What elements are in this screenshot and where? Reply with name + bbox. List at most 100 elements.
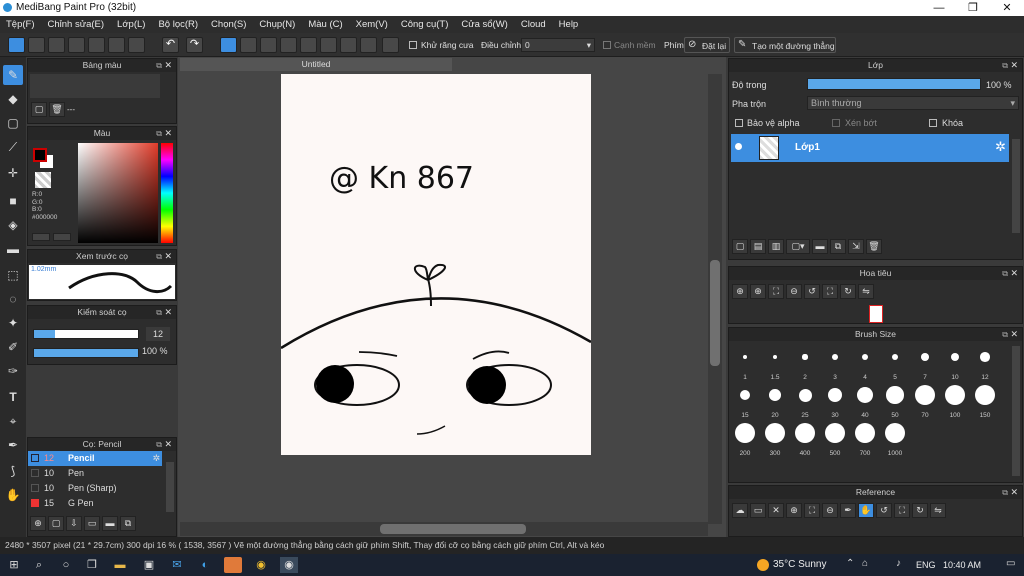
smooth-checkbox[interactable] bbox=[603, 41, 611, 49]
close-icon[interactable]: ✕ bbox=[1010, 486, 1018, 499]
menu-snap[interactable]: Chụp(N) bbox=[259, 19, 295, 30]
transparent-swatch[interactable] bbox=[35, 172, 51, 188]
undo-icon[interactable]: ↶ bbox=[162, 37, 179, 53]
brush-copy-icon[interactable]: ▢ bbox=[48, 516, 64, 531]
lasso-tool-icon[interactable]: ◌ bbox=[3, 289, 23, 309]
new-page-icon[interactable]: ▢ bbox=[31, 102, 47, 117]
brush-size-400[interactable]: 400 bbox=[791, 421, 819, 457]
comment-icon[interactable] bbox=[48, 37, 65, 53]
brush-export-icon[interactable]: ▭ bbox=[84, 516, 100, 531]
antialias-checkbox[interactable] bbox=[409, 41, 417, 49]
brush-size-10[interactable]: 10 bbox=[941, 345, 969, 381]
brush-size-1[interactable]: 1 bbox=[731, 345, 759, 381]
snap-curve-icon[interactable] bbox=[340, 37, 357, 53]
rotate-left-icon[interactable]: ↺ bbox=[876, 503, 892, 518]
minimize-button[interactable]: — bbox=[922, 0, 956, 16]
float-icon[interactable]: ⧉ bbox=[156, 127, 162, 140]
palette-swatches[interactable] bbox=[30, 74, 160, 98]
brush-size-700[interactable]: 700 bbox=[851, 421, 879, 457]
horizontal-scrollbar[interactable] bbox=[180, 522, 708, 536]
snap-off-icon[interactable] bbox=[220, 37, 237, 53]
new-8bit-layer-icon[interactable]: ▥ bbox=[768, 239, 784, 254]
new-halftone-layer-icon[interactable]: ▤ bbox=[750, 239, 766, 254]
snap-radial-icon[interactable] bbox=[300, 37, 317, 53]
duplicate-icon[interactable]: ⧉ bbox=[120, 516, 136, 531]
menu-layer[interactable]: Lớp(L) bbox=[117, 19, 145, 30]
vertical-scrollbar[interactable] bbox=[708, 74, 722, 524]
hue-slider[interactable] bbox=[161, 143, 173, 243]
brush-size-7[interactable]: 7 bbox=[911, 345, 939, 381]
drawing-canvas[interactable]: @ Kn 867 bbox=[280, 74, 592, 455]
size-value[interactable]: 12 bbox=[146, 327, 170, 341]
gradient-tool-icon[interactable]: ▬ bbox=[3, 239, 23, 259]
search-icon[interactable]: ⌕ bbox=[30, 557, 48, 573]
list-icon[interactable] bbox=[108, 37, 125, 53]
brush-size-12[interactable]: 12 bbox=[971, 345, 999, 381]
network-icon[interactable]: ⌂ bbox=[862, 558, 868, 569]
brush-size-scrollbar[interactable] bbox=[1012, 346, 1020, 476]
color-mode-button[interactable] bbox=[32, 233, 50, 241]
close-icon[interactable]: ✕ bbox=[164, 59, 172, 72]
close-icon[interactable]: ✕ bbox=[1010, 59, 1018, 72]
eyedropper-icon[interactable]: ✒ bbox=[3, 435, 23, 455]
new-layer-icon[interactable]: ▢ bbox=[732, 239, 748, 254]
close-icon[interactable]: ✕ bbox=[1010, 267, 1018, 280]
brush-size-2[interactable]: 2 bbox=[791, 345, 819, 381]
file-explorer-icon[interactable]: ▬ bbox=[111, 557, 129, 573]
bucket-tool-icon[interactable]: ◈ bbox=[3, 215, 23, 235]
fullscreen-icon[interactable]: ⛶ bbox=[894, 503, 910, 518]
clock[interactable]: 10:40 AM bbox=[943, 560, 981, 570]
lock-checkbox[interactable] bbox=[929, 119, 937, 127]
edge-icon[interactable]: ◐ bbox=[196, 557, 214, 573]
merge-layer-icon[interactable]: ⇲ bbox=[848, 239, 864, 254]
language-indicator[interactable]: ENG bbox=[916, 560, 936, 570]
brush-list-scrollbar[interactable] bbox=[166, 462, 174, 512]
medibang-taskbar-icon[interactable]: ◉ bbox=[280, 557, 298, 573]
float-icon[interactable]: ⧉ bbox=[156, 250, 162, 263]
tray-chevron-icon[interactable]: ⌃ bbox=[846, 558, 854, 569]
text-tool-icon[interactable]: T bbox=[3, 387, 23, 407]
select-rect-icon[interactable]: ⬚ bbox=[3, 265, 23, 285]
brush-item-pen-sharp[interactable]: 10 Pen (Sharp) bbox=[28, 481, 162, 496]
color-mode-button-2[interactable] bbox=[53, 233, 71, 241]
gear-icon[interactable]: ✲ bbox=[152, 451, 160, 466]
magic-wand-icon[interactable]: ✦ bbox=[3, 313, 23, 333]
chrome-icon[interactable]: ◉ bbox=[252, 557, 270, 573]
trash-icon[interactable]: 🗑 bbox=[866, 239, 882, 254]
trash-icon[interactable]: 🗑 bbox=[49, 102, 65, 117]
duplicate-layer-icon[interactable]: ⧉ bbox=[830, 239, 846, 254]
folder-icon[interactable]: ▬ bbox=[812, 239, 828, 254]
close-reference-icon[interactable]: ✕ bbox=[768, 503, 784, 518]
brush-size-40[interactable]: 40 bbox=[851, 383, 879, 419]
brush-size-200[interactable]: 200 bbox=[731, 421, 759, 457]
menu-view[interactable]: Xem(V) bbox=[356, 19, 388, 30]
straight-line-button[interactable]: ✎ Tạo một đường thẳng bbox=[734, 37, 836, 53]
menu-edit[interactable]: Chỉnh sửa(E) bbox=[48, 19, 105, 30]
weather-text[interactable]: 35°C Sunny bbox=[773, 559, 826, 570]
fill-shape-tool-icon[interactable]: ■ bbox=[3, 191, 23, 211]
brush-size-3[interactable]: 3 bbox=[821, 345, 849, 381]
navigator-thumbnail[interactable] bbox=[869, 305, 883, 323]
app-icon[interactable] bbox=[224, 557, 242, 573]
brush-size-1000[interactable]: 1000 bbox=[881, 421, 909, 457]
blend-select[interactable]: Bình thường ▾ bbox=[807, 96, 1019, 110]
saturation-value-picker[interactable] bbox=[78, 143, 158, 243]
upload-icon[interactable] bbox=[28, 37, 45, 53]
menu-tools[interactable]: Công cụ(T) bbox=[401, 19, 449, 30]
brush-add-icon[interactable]: ⊕ bbox=[30, 516, 46, 531]
open-folder-icon[interactable]: ▭ bbox=[750, 503, 766, 518]
folder-icon[interactable]: ▬ bbox=[102, 516, 118, 531]
brush-item-pen[interactable]: 10 Pen bbox=[28, 466, 162, 481]
flip-icon[interactable]: ⇋ bbox=[930, 503, 946, 518]
hand-icon[interactable]: ✋ bbox=[858, 503, 874, 518]
close-button[interactable]: ✕ bbox=[990, 0, 1024, 16]
document-tab[interactable]: Untitled bbox=[180, 58, 452, 71]
menu-window[interactable]: Cửa sổ(W) bbox=[461, 19, 507, 30]
windows-start-icon[interactable]: ⊞ bbox=[5, 557, 23, 573]
fullscreen-icon[interactable]: ⛶ bbox=[822, 284, 838, 299]
eraser-tool-icon[interactable]: ◆ bbox=[3, 89, 23, 109]
page-icon[interactable] bbox=[88, 37, 105, 53]
close-icon[interactable]: ✕ bbox=[1010, 328, 1018, 341]
snap-grid-icon[interactable] bbox=[260, 37, 277, 53]
zoom-out-icon[interactable]: ⊖ bbox=[786, 284, 802, 299]
